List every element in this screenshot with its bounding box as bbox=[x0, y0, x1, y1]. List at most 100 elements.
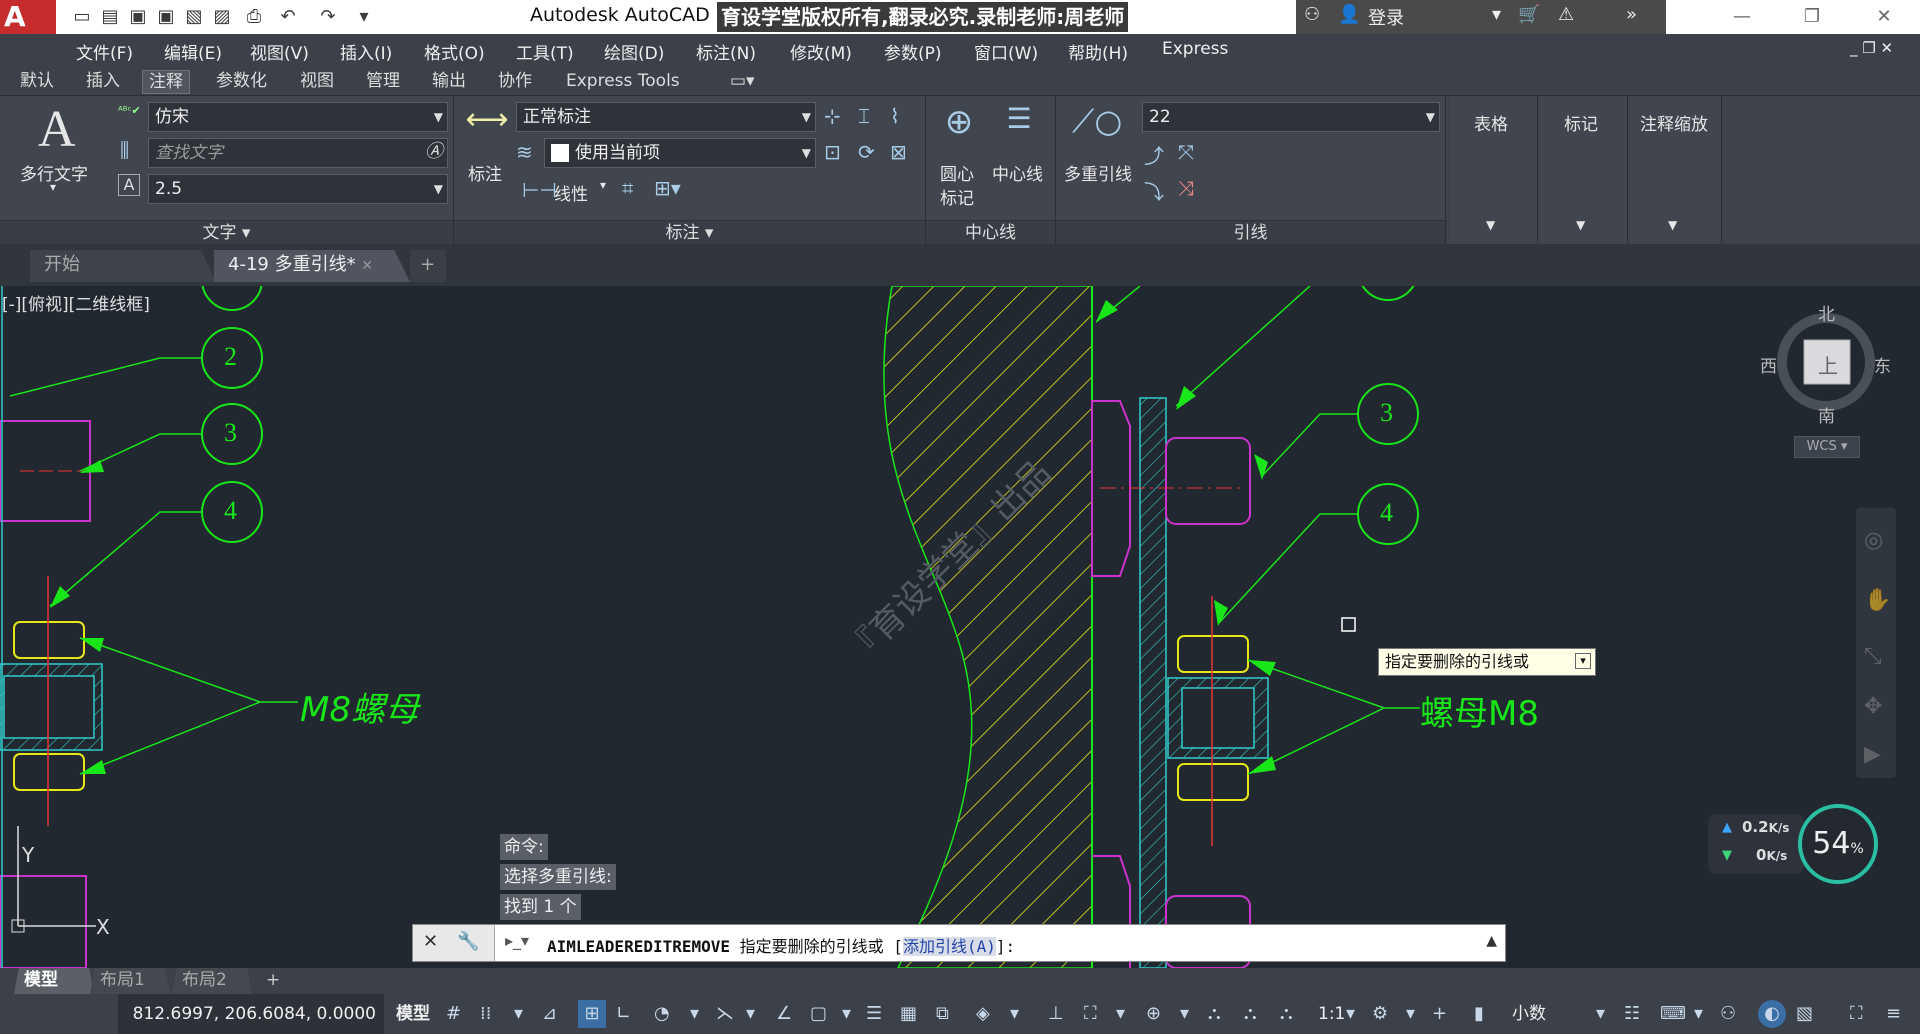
tab-insert[interactable]: 插入 bbox=[80, 70, 126, 94]
open-web-icon[interactable]: ▧ bbox=[182, 5, 206, 29]
center-mark-icon[interactable]: ⊕ bbox=[934, 102, 984, 142]
new-tab-icon[interactable]: + bbox=[410, 250, 446, 282]
units-value[interactable]: 小数 bbox=[1512, 994, 1546, 1034]
menu-modify[interactable]: 修改(M) bbox=[790, 39, 852, 64]
menu-insert[interactable]: 插入(I) bbox=[340, 39, 392, 64]
mtext-icon[interactable]: A bbox=[38, 100, 76, 159]
tab-layout1[interactable]: 布局1 bbox=[90, 968, 170, 994]
chevron-down-icon[interactable]: ▾ bbox=[690, 1000, 699, 1028]
menu-window[interactable]: 窗口(W) bbox=[974, 39, 1038, 64]
dimension-button[interactable]: 标注 bbox=[468, 160, 502, 185]
chevron-down-icon[interactable]: ▾ bbox=[1406, 1000, 1415, 1028]
cart-icon[interactable]: 🛒 bbox=[1518, 4, 1540, 25]
model-space-button[interactable]: 模型 bbox=[396, 994, 430, 1034]
minimize-icon[interactable]: — bbox=[1722, 3, 1762, 31]
annotation-scaling-title[interactable]: 注释缩放 bbox=[1640, 110, 1708, 135]
viewcube-west[interactable]: 西 bbox=[1760, 352, 1777, 377]
isolate-objects-icon[interactable]: ⚇ bbox=[1720, 1000, 1736, 1028]
find-text-icon[interactable]: ⫼ bbox=[120, 138, 129, 162]
expand-icon[interactable]: » bbox=[1626, 4, 1637, 25]
cursor-coordinates[interactable]: 812.6997, 206.6084, 0.0000 bbox=[118, 994, 384, 1034]
history-toggle-icon[interactable]: ▲ bbox=[1486, 933, 1497, 949]
viewport-label[interactable]: [-][俯视][二维线框] bbox=[2, 290, 150, 315]
orbit-icon[interactable]: ✥ bbox=[1864, 694, 1882, 719]
new-file-icon[interactable]: ▭ bbox=[70, 5, 94, 29]
steering-wheel-icon[interactable]: ◎ bbox=[1864, 528, 1883, 553]
quick-dim-icon[interactable]: ⌗ bbox=[622, 176, 633, 200]
layers-icon[interactable]: ≋ bbox=[516, 140, 533, 164]
menu-parametric[interactable]: 参数(P) bbox=[884, 39, 942, 64]
text-style-combo[interactable]: 仿宋 ▼ bbox=[148, 102, 448, 132]
annotation-monitor-icon[interactable]: + bbox=[1432, 1000, 1447, 1028]
hardware-acceleration-icon[interactable]: ◐ bbox=[1758, 1000, 1786, 1028]
chevron-down-icon[interactable]: ▾ bbox=[1116, 1000, 1125, 1028]
tab-model[interactable]: 模型 bbox=[14, 968, 94, 994]
chevron-down-icon[interactable]: ▾ bbox=[1346, 1000, 1355, 1028]
print-icon[interactable]: ⎙ bbox=[242, 5, 266, 29]
showmotion-icon[interactable]: ▶ bbox=[1864, 742, 1881, 767]
a360-icon[interactable]: ⚠ bbox=[1558, 4, 1574, 25]
lineweight-icon[interactable]: ☰ bbox=[866, 1000, 882, 1028]
search-icon[interactable]: Ⓐ bbox=[425, 138, 443, 166]
object-snap-tracking-icon[interactable]: ∠ bbox=[776, 1000, 792, 1028]
lock-ui-icon[interactable]: ⌨ bbox=[1660, 1000, 1686, 1028]
tab-annotate[interactable]: 注释 bbox=[142, 70, 190, 94]
text-panel-footer[interactable]: 文字 ▾ bbox=[0, 220, 453, 244]
isodraft-icon[interactable]: ⋋ bbox=[716, 1000, 734, 1028]
dim-layer-combo[interactable]: 使用当前项 ▼ bbox=[544, 138, 816, 168]
markup-panel-title[interactable]: 标记 bbox=[1564, 110, 1598, 135]
menu-file[interactable]: 文件(F) bbox=[76, 39, 133, 64]
clean-screen-icon[interactable]: ▧ bbox=[1796, 1000, 1813, 1028]
restore-icon[interactable]: ❐ bbox=[1792, 3, 1832, 31]
annotation-scaling-panel[interactable]: 注释缩放 ▼ bbox=[1630, 96, 1722, 244]
close-icon[interactable]: ✕ bbox=[423, 931, 438, 952]
workspace-gear-icon[interactable]: ⚙ bbox=[1372, 1000, 1388, 1028]
gizmo-icon[interactable]: ⊕ bbox=[1146, 1000, 1161, 1028]
jog-icon[interactable]: ⌇ bbox=[890, 104, 900, 128]
selection-cycling-icon[interactable]: ⧉ bbox=[936, 1000, 949, 1028]
menu-tools[interactable]: 工具(T) bbox=[516, 39, 574, 64]
chevron-down-icon[interactable]: ▾ bbox=[1010, 1000, 1019, 1028]
chevron-down-icon[interactable]: ▾ bbox=[842, 1000, 851, 1028]
quick-access-menu-icon[interactable]: ▾ bbox=[352, 5, 376, 29]
command-line[interactable]: ✕ 🔧 ▸_▾ AIMLEADEREDITREMOVE 指定要删除的引线或 [添… bbox=[412, 924, 1506, 962]
user-icon[interactable]: 👤 bbox=[1338, 4, 1360, 25]
table-panel-title[interactable]: 表格 bbox=[1474, 110, 1508, 135]
markup-panel[interactable]: 标记 ▼ bbox=[1540, 96, 1628, 244]
dynamic-ucs-icon[interactable]: ⊥ bbox=[1048, 1000, 1064, 1028]
inspect-icon[interactable]: ⊡ bbox=[824, 140, 841, 164]
chevron-down-icon[interactable]: ▾ bbox=[746, 1000, 755, 1028]
dimension-panel-footer[interactable]: 标注 ▾ bbox=[454, 220, 925, 244]
menu-edit[interactable]: 编辑(E) bbox=[164, 39, 222, 64]
leader-panel-footer[interactable]: 引线 bbox=[1056, 220, 1445, 244]
3d-osnap-icon[interactable]: ◈ bbox=[976, 1000, 990, 1028]
dim-style-combo[interactable]: 正常标注 ▼ bbox=[516, 102, 816, 132]
undo-icon[interactable]: ↶ bbox=[276, 5, 300, 29]
units-icon[interactable]: ▮ bbox=[1474, 1000, 1484, 1028]
share-icon[interactable]: ▨ bbox=[210, 5, 234, 29]
collect-leader-icon[interactable]: ⤨ bbox=[1178, 176, 1194, 200]
dynamic-input-icon[interactable]: ⊞ bbox=[578, 1000, 606, 1028]
viewcube-top-face[interactable]: 上 bbox=[1818, 350, 1838, 379]
update-icon[interactable]: ⟳ bbox=[858, 140, 875, 164]
save-icon[interactable]: ▣ bbox=[126, 5, 150, 29]
redo-icon[interactable]: ↷ bbox=[316, 5, 340, 29]
spellcheck-icon[interactable]: ᴬᴮᶜ✔ bbox=[118, 104, 141, 117]
continue-dim-icon[interactable]: ⊞▾ bbox=[654, 176, 681, 200]
menu-view[interactable]: 视图(V) bbox=[250, 39, 309, 64]
navigation-bar[interactable]: ◎ ✋ ⤡ ✥ ▶ bbox=[1856, 508, 1896, 778]
chevron-down-icon[interactable]: ▾ bbox=[1492, 4, 1501, 25]
close-icon[interactable]: ✕ bbox=[361, 258, 373, 274]
tab-express-tools[interactable]: Express Tools bbox=[560, 70, 686, 94]
tab-view[interactable]: 视图 bbox=[294, 70, 340, 94]
login-link[interactable]: 登录 bbox=[1368, 4, 1404, 30]
viewcube-north[interactable]: 北 bbox=[1818, 300, 1835, 325]
wcs-menu[interactable]: WCS ▾ bbox=[1794, 436, 1860, 458]
linear-dim-icon[interactable]: ⊢⊣ bbox=[522, 178, 557, 202]
command-prompt-icon[interactable]: ▸_▾ bbox=[505, 931, 529, 950]
quick-properties-icon[interactable]: ☷ bbox=[1624, 1000, 1640, 1028]
dim-break-icon[interactable]: ⊹ bbox=[824, 104, 841, 128]
dim-adjust-space-icon[interactable]: ⌶ bbox=[858, 104, 870, 128]
add-layout-icon[interactable]: + bbox=[256, 968, 290, 994]
tab-drawing[interactable]: 4-19 多重引线* ✕ bbox=[214, 250, 410, 282]
